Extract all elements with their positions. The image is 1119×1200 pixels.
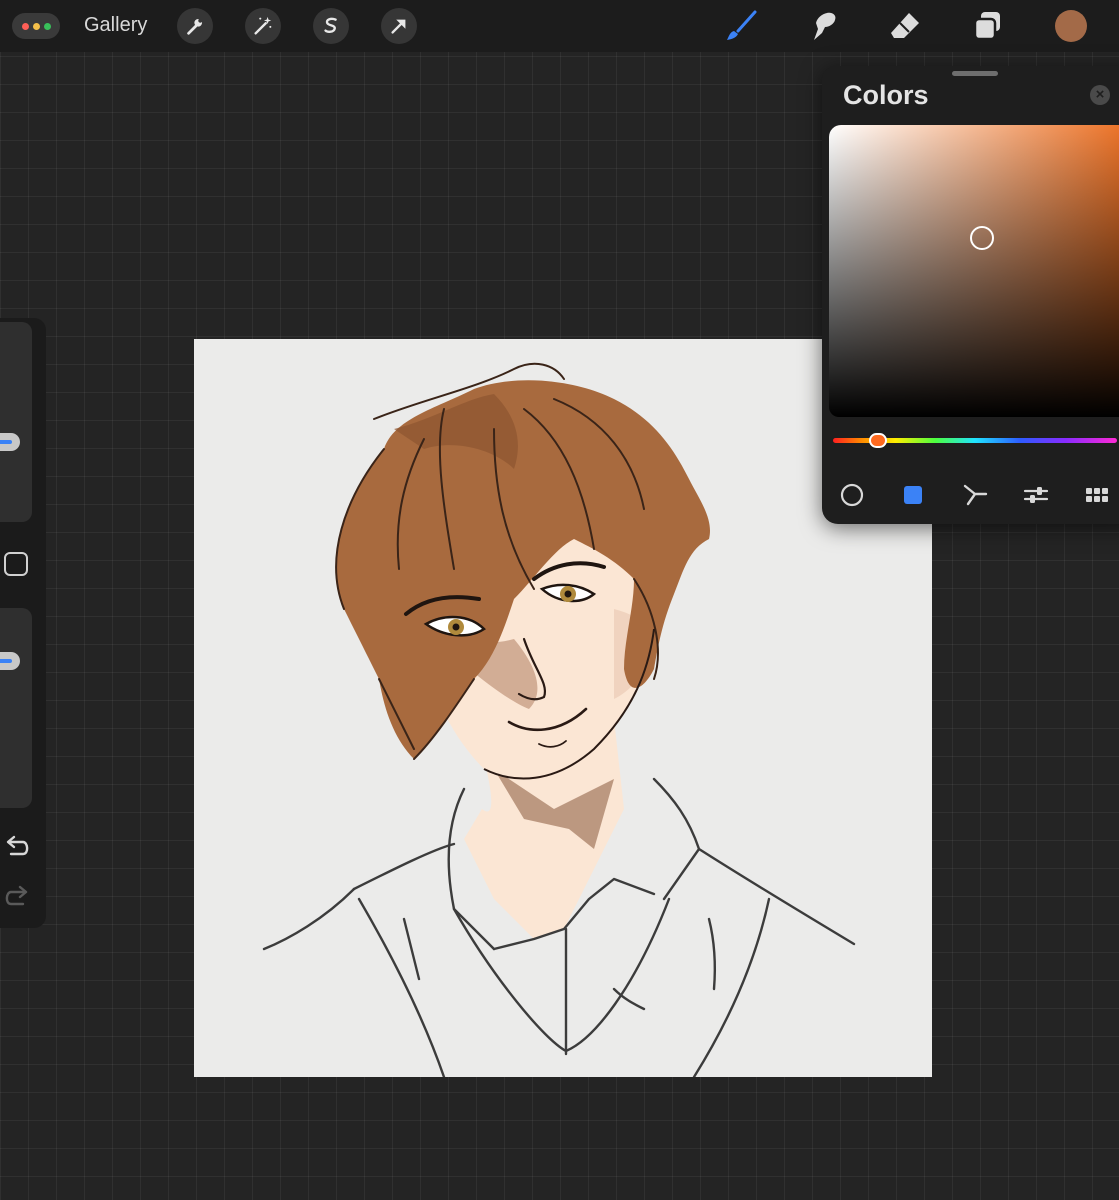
dot-green xyxy=(43,22,51,30)
hue-slider-handle[interactable] xyxy=(869,433,887,448)
opacity-slider[interactable] xyxy=(0,608,32,808)
smudge-icon xyxy=(814,12,836,40)
brush-icon xyxy=(727,10,757,40)
eraser-tool-button[interactable] xyxy=(885,6,925,46)
tab-disc[interactable] xyxy=(835,480,869,510)
smudge-tool-button[interactable] xyxy=(803,6,843,46)
eraser-icon xyxy=(891,13,919,38)
transform-button[interactable] xyxy=(381,8,417,44)
panel-grabber[interactable] xyxy=(952,71,998,76)
brush-size-slider[interactable] xyxy=(0,322,32,522)
opacity-handle[interactable] xyxy=(0,652,20,670)
tab-palettes[interactable] xyxy=(1080,480,1114,510)
selection-button[interactable] xyxy=(313,8,349,44)
tab-harmony[interactable] xyxy=(958,480,992,510)
top-toolbar: Gallery xyxy=(0,0,1119,52)
dot-red xyxy=(21,22,29,30)
current-color-swatch[interactable] xyxy=(1055,10,1087,42)
adjustments-button[interactable] xyxy=(245,8,281,44)
square-icon xyxy=(904,486,922,504)
sliders-icon xyxy=(1023,487,1049,503)
modify-button[interactable] xyxy=(4,552,28,576)
more-menu-button[interactable] xyxy=(12,13,60,39)
close-icon[interactable]: × xyxy=(1090,85,1110,105)
undo-icon[interactable] xyxy=(2,834,32,862)
tab-value[interactable] xyxy=(1019,480,1053,510)
selection-s-icon xyxy=(324,17,337,33)
actions-button[interactable] xyxy=(177,8,213,44)
colors-title: Colors xyxy=(843,80,929,110)
color-picker-handle[interactable] xyxy=(970,226,994,250)
tab-classic[interactable] xyxy=(896,480,930,510)
magic-wand-icon xyxy=(254,16,272,35)
brush-size-handle[interactable] xyxy=(0,433,20,451)
saturation-brightness-picker[interactable] xyxy=(829,125,1119,417)
layers-icon xyxy=(973,12,1000,41)
redo-icon[interactable] xyxy=(2,884,32,912)
brush-tool-button[interactable] xyxy=(721,6,761,46)
wrench-icon xyxy=(187,18,203,35)
arrow-cursor-icon xyxy=(391,19,406,34)
left-sidebar xyxy=(0,318,46,928)
colors-panel: Colors × xyxy=(822,66,1119,524)
dot-yellow xyxy=(32,22,40,30)
harmony-icon xyxy=(963,484,988,506)
gallery-button[interactable]: Gallery xyxy=(84,14,147,37)
grid-icon xyxy=(1086,488,1108,502)
circle-outline-icon xyxy=(840,483,864,507)
layers-button[interactable] xyxy=(968,6,1008,46)
